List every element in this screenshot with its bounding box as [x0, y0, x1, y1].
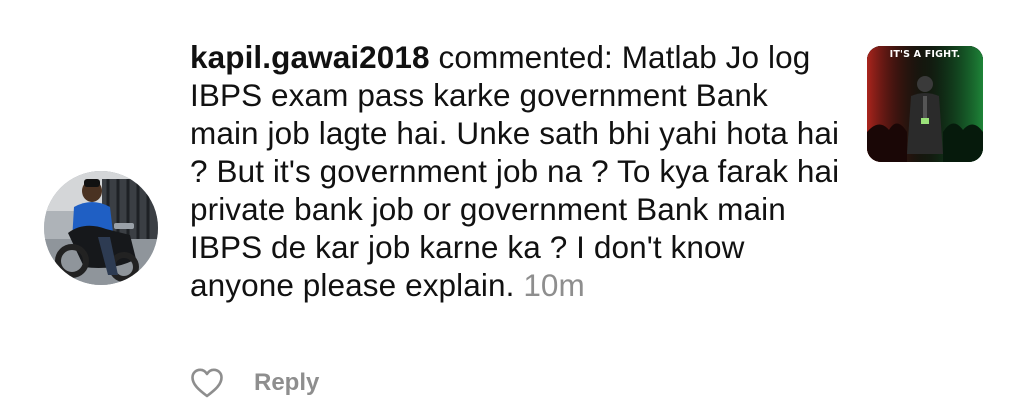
avatar-photo	[44, 171, 158, 285]
username-link[interactable]: kapil.gawai2018	[190, 39, 430, 75]
comment-action-label: commented:	[429, 39, 622, 75]
comment-actions: Reply	[190, 366, 319, 400]
post-thumbnail-caption: IT'S A FIGHT.	[889, 49, 961, 60]
user-avatar[interactable]	[44, 171, 158, 285]
comment-body: Matlab Jo log IBPS exam pass karke gover…	[190, 39, 840, 303]
post-thumbnail[interactable]: IT'S A FIGHT.	[867, 46, 983, 162]
comment-text: kapil.gawai2018 commented: Matlab Jo log…	[190, 38, 840, 304]
comment-timestamp: 10m	[523, 267, 585, 303]
post-thumbnail-image	[867, 46, 983, 162]
heart-outline-icon[interactable]	[190, 367, 224, 399]
comment-notification[interactable]: kapil.gawai2018 commented: Matlab Jo log…	[0, 0, 1024, 418]
reply-button[interactable]: Reply	[254, 369, 319, 397]
